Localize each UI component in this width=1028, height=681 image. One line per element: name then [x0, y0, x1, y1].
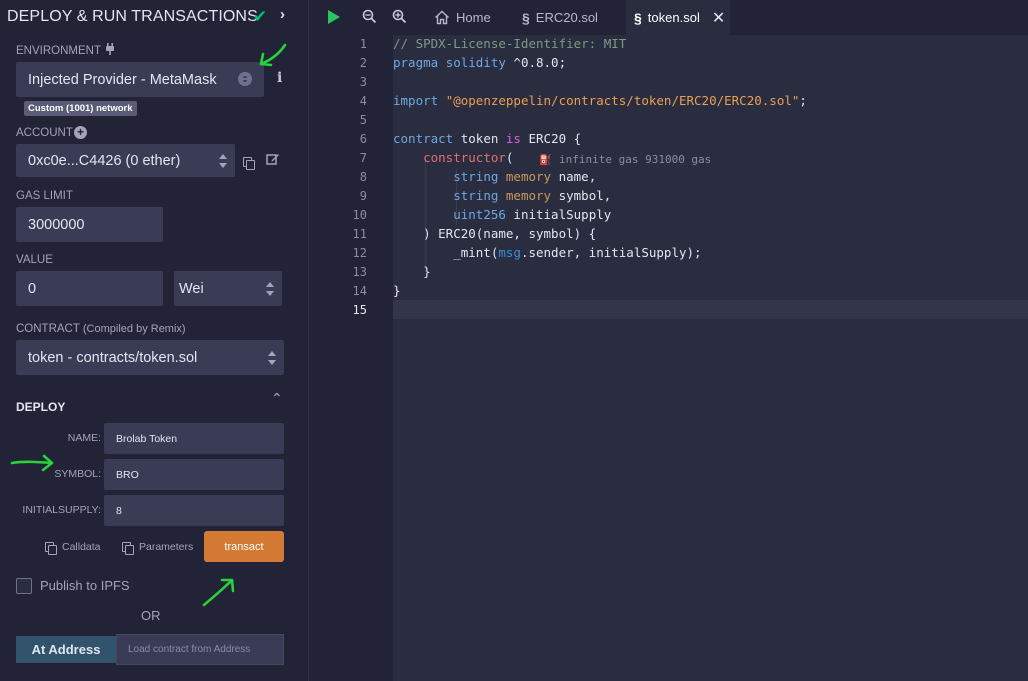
line-number: 13 [352, 265, 367, 279]
annotation-arrow-icon [202, 578, 235, 607]
environment-value: Injected Provider - MetaMask [28, 71, 217, 88]
tab-token-sol[interactable]: § token.sol ✕ [626, 0, 730, 35]
gas-pump-icon: ⛽ [539, 155, 552, 166]
code-line: uint256 initialSupply [453, 207, 612, 222]
select-arrows-icon [219, 153, 227, 168]
value-label: VALUE [16, 254, 53, 266]
contract-label: CONTRACT (Compiled by Remix) [16, 323, 186, 335]
check-icon: ✔ [253, 7, 268, 26]
solidity-icon: § [634, 9, 642, 26]
deploy-panel: DEPLOY & RUN TRANSACTIONS ✔ › ENVIRONMEN… [0, 0, 309, 681]
param-symbol-input[interactable]: BRO [104, 459, 284, 490]
line-number-current: 15 [352, 303, 367, 317]
at-address-button[interactable]: At Address [16, 636, 116, 663]
account-select[interactable]: 0xc0e...C4426 (0 ether) [16, 144, 235, 177]
line-number: 4 [359, 94, 367, 108]
line-number: 7 [359, 151, 367, 165]
line-number: 12 [352, 246, 367, 260]
code-line: ) ERC20(name, symbol) { [393, 226, 597, 241]
param-name-label: NAME: [67, 432, 101, 444]
parameters-label: Parameters [139, 541, 194, 553]
copy-icon [45, 542, 57, 555]
current-line-highlight [393, 300, 1028, 319]
select-arrows-icon [238, 72, 252, 86]
annotation-arrow-icon [10, 454, 54, 472]
value-unit: Wei [179, 280, 204, 297]
editor-tabbar: Home § ERC20.sol § token.sol ✕ [310, 0, 1028, 35]
code-editor[interactable]: 1 2 3 4 5 6 7 8 9 10 11 12 13 14 15 // S… [310, 35, 1028, 681]
environment-select[interactable]: Injected Provider - MetaMask [16, 62, 264, 97]
chevron-up-icon[interactable]: ⌃ [271, 390, 283, 407]
copy-icon [122, 542, 134, 555]
code-line: contract token is ERC20 { [393, 131, 582, 146]
tab-home[interactable]: Home [426, 0, 499, 35]
code-line: // SPDX-License-Identifier: MIT [393, 36, 627, 51]
plus-circle-icon[interactable]: + [74, 126, 87, 139]
zoom-in-icon[interactable] [392, 9, 407, 29]
chevron-right-icon[interactable]: › [280, 6, 285, 23]
line-number: 5 [359, 113, 367, 127]
tab-token-label: token.sol [647, 10, 700, 25]
gas-limit-label: GAS LIMIT [16, 190, 73, 202]
play-icon[interactable] [326, 9, 342, 30]
code-line: _mint(msg.sender, initialSupply); [393, 245, 702, 260]
edit-icon[interactable] [266, 152, 280, 171]
tab-erc20-label: ERC20.sol [535, 10, 598, 25]
line-number: 14 [352, 284, 367, 298]
code-line: string memory name, [453, 169, 597, 184]
panel-title: DEPLOY & RUN TRANSACTIONS [7, 8, 258, 25]
param-name-input[interactable]: Brolab Token [104, 423, 284, 454]
gas-limit-input[interactable]: 3000000 [16, 207, 163, 242]
code-line: constructor( [423, 150, 514, 165]
network-badge: Custom (1001) network [24, 101, 137, 116]
copy-icon[interactable] [243, 154, 255, 172]
line-number: 1 [359, 37, 367, 51]
tab-erc20-sol[interactable]: § ERC20.sol [514, 0, 606, 35]
code-line: } [393, 283, 401, 298]
gas-hint: ⛽ infinite gas 931000 gas [539, 151, 711, 166]
line-number: 8 [359, 170, 367, 184]
publish-ipfs-label: Publish to IPFS [40, 578, 130, 593]
select-arrows-icon [266, 281, 274, 296]
contract-select[interactable]: token - contracts/token.sol [16, 340, 284, 375]
transact-button[interactable]: transact [204, 531, 284, 562]
deploy-label: DEPLOY [16, 400, 66, 414]
close-icon[interactable]: ✕ [712, 8, 725, 28]
line-number: 3 [359, 75, 367, 89]
calldata-label: Calldata [62, 541, 101, 553]
code-line: import "@openzeppelin/contracts/token/ER… [393, 93, 807, 108]
environment-label: ENVIRONMENT [16, 45, 101, 57]
parameters-button[interactable]: Parameters [122, 541, 194, 555]
load-address-input[interactable]: Load contract from Address [116, 634, 284, 665]
line-number: 10 [352, 208, 367, 222]
tab-home-label: Home [456, 10, 491, 25]
param-initialsupply-label: INITIALSUPPLY: [22, 504, 101, 516]
plug-icon [103, 42, 117, 56]
line-number: 11 [352, 227, 367, 241]
line-number: 6 [359, 132, 367, 146]
code-line: string memory symbol, [453, 188, 612, 203]
contract-label-text: CONTRACT [16, 323, 80, 335]
info-icon[interactable]: i [277, 70, 282, 86]
code-line: } [393, 264, 431, 279]
code-line: pragma solidity ^0.8.0; [393, 55, 567, 70]
annotation-arrow-icon [259, 43, 287, 67]
account-label: ACCOUNT [16, 127, 73, 139]
home-icon [435, 10, 449, 25]
account-value: 0xc0e...C4426 (0 ether) [28, 152, 181, 169]
zoom-out-icon[interactable] [362, 9, 377, 29]
line-number: 9 [359, 189, 367, 203]
calldata-button[interactable]: Calldata [45, 541, 101, 555]
contract-sub-label: (Compiled by Remix) [82, 323, 186, 335]
line-number: 2 [359, 56, 367, 70]
value-input[interactable]: 0 [16, 271, 163, 306]
solidity-icon: § [522, 9, 530, 26]
or-label: OR [141, 608, 161, 623]
select-arrows-icon [268, 350, 276, 365]
value-unit-select[interactable]: Wei [174, 271, 282, 306]
param-initialsupply-input[interactable]: 8 [104, 495, 284, 526]
gas-hint-text: infinite gas 931000 gas [558, 153, 712, 166]
publish-ipfs-checkbox[interactable] [16, 578, 32, 594]
contract-value: token - contracts/token.sol [28, 349, 198, 366]
